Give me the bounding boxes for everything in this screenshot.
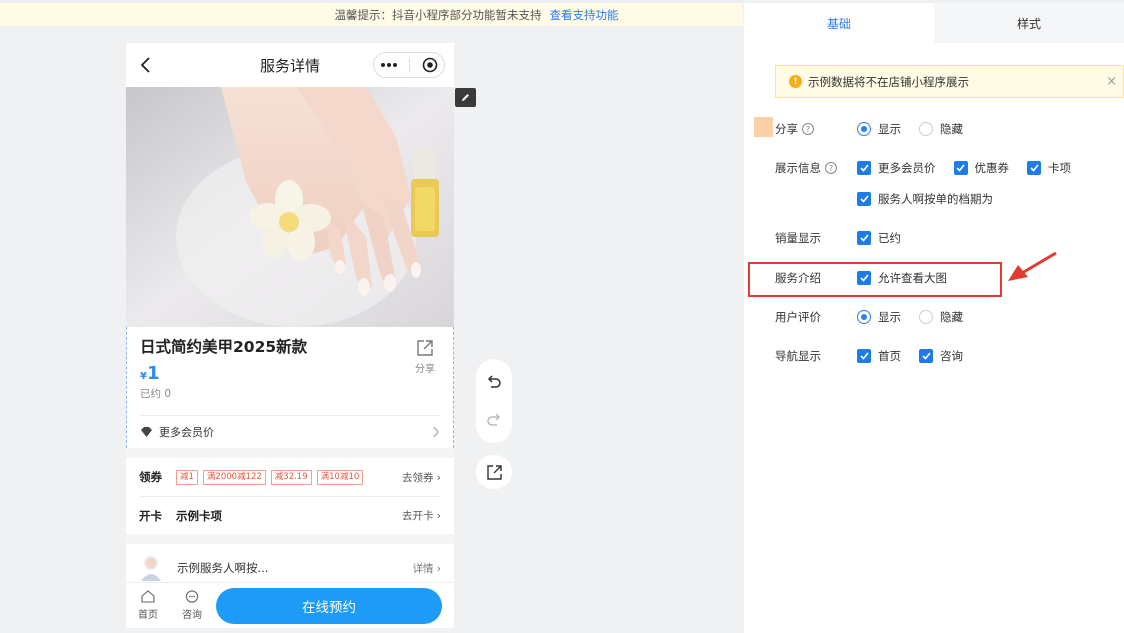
history-toolbar xyxy=(476,359,512,443)
undo-icon[interactable] xyxy=(486,375,502,389)
radio-review-hide[interactable]: 隐藏 xyxy=(919,309,963,325)
chat-icon xyxy=(185,590,199,603)
avatar xyxy=(141,556,161,581)
coupon-chip: 满2000减122 xyxy=(202,469,266,485)
arrow-annotation xyxy=(1008,251,1057,281)
coupon-chip: 减32.19 xyxy=(270,469,312,485)
member-price-label: 更多会员价 xyxy=(159,426,214,439)
back-icon[interactable] xyxy=(136,55,156,75)
chevron-right-icon xyxy=(433,426,439,438)
sold-count: 已约 0 xyxy=(140,388,172,400)
checkbox-card[interactable]: 卡项 xyxy=(1027,160,1071,176)
review-setting: 用户评价 显示 隐藏 xyxy=(775,309,981,325)
phone-preview: 服务详情 日式简约美甲2025新款 ¥1 已约 0 分享 更多会员价 领券 减1… xyxy=(126,43,454,628)
notice-bar: 温馨提示：抖音小程序部分功能暂未支持 查看支持功能 xyxy=(0,0,743,26)
review-label: 用户评价 xyxy=(775,310,821,324)
coupon-label: 领券 xyxy=(139,470,162,484)
checkbox-nav-consult[interactable]: 咨询 xyxy=(919,348,963,364)
coupon-row[interactable]: 领券 减1 满2000减122 减32.19 满10减10 去领券 › xyxy=(139,458,441,496)
consult-tab[interactable]: 咨询 xyxy=(170,590,214,621)
checkbox-nav-home[interactable]: 首页 xyxy=(857,348,901,364)
share-setting-label: 分享 xyxy=(775,122,798,136)
share-label: 分享 xyxy=(415,364,435,375)
diamond-icon xyxy=(141,426,152,437)
coupon-chip: 减1 xyxy=(176,469,198,485)
price-value: 1 xyxy=(146,363,160,384)
home-label: 首页 xyxy=(138,610,158,621)
close-icon[interactable]: × xyxy=(1106,74,1117,89)
display-info-setting-2: 服务人啊按单的档期为 xyxy=(857,191,1011,207)
checkbox-staff-schedule[interactable]: 服务人啊按单的档期为 xyxy=(857,191,993,207)
card-row[interactable]: 开卡 示例卡项 去开卡 › xyxy=(139,496,441,534)
checkbox-member-price[interactable]: 更多会员价 xyxy=(857,160,936,176)
book-online-button[interactable]: 在线预约 xyxy=(216,587,442,624)
export-button[interactable] xyxy=(476,455,512,489)
radio-review-show[interactable]: 显示 xyxy=(857,309,901,325)
sample-data-alert: ! 示例数据将不在店铺小程序展示 × xyxy=(775,65,1124,98)
share-button[interactable]: 分享 xyxy=(411,339,439,375)
card-label: 开卡 xyxy=(139,508,162,523)
nav-label: 导航显示 xyxy=(775,349,821,363)
redo-icon[interactable] xyxy=(486,413,502,427)
share-setting: 分享? 显示 隐藏 xyxy=(775,121,981,137)
home-icon xyxy=(141,590,155,603)
card-name: 示例卡项 xyxy=(176,508,222,523)
info-section: 日式简约美甲2025新款 ¥1 已约 0 分享 更多会员价 xyxy=(126,327,454,448)
open-card-link[interactable]: 去开卡 › xyxy=(402,508,441,523)
export-icon xyxy=(486,464,502,480)
help-icon[interactable]: ? xyxy=(825,162,837,174)
tab-basic[interactable]: 基础 xyxy=(744,3,934,43)
radio-share-hide[interactable]: 隐藏 xyxy=(919,121,963,137)
bottom-bar: 首页 咨询 在线预约 xyxy=(126,582,454,628)
display-info-label: 展示信息 xyxy=(775,161,821,175)
get-coupon-link[interactable]: 去领券 › xyxy=(402,470,441,485)
highlight-box xyxy=(748,262,1002,297)
close-miniapp-icon[interactable] xyxy=(422,57,438,73)
edit-icon[interactable] xyxy=(455,88,476,107)
radio-share-show[interactable]: 显示 xyxy=(857,121,901,137)
mini-capsule[interactable] xyxy=(373,52,445,78)
share-icon xyxy=(417,340,433,356)
sales-setting: 销量显示 已约 xyxy=(775,230,919,246)
notice-text: 温馨提示：抖音小程序部分功能暂未支持 xyxy=(334,7,542,22)
checkbox-coupon[interactable]: 优惠券 xyxy=(953,160,1009,176)
product-image[interactable] xyxy=(126,87,454,327)
checkbox-sold[interactable]: 已约 xyxy=(857,230,901,246)
staff-name: 示例服务人啊按... xyxy=(177,561,269,575)
product-info: 日式简约美甲2025新款 ¥1 已约 0 分享 xyxy=(127,327,453,415)
staff-detail-link[interactable]: 详情 › xyxy=(412,561,441,576)
coupon-chip: 满10减10 xyxy=(316,469,364,485)
settings-tabs: 基础 样式 xyxy=(744,3,1124,43)
member-price-row[interactable]: 更多会员价 xyxy=(140,415,440,448)
consult-label: 咨询 xyxy=(182,610,202,621)
nav-bar: 服务详情 xyxy=(126,43,454,87)
warning-icon: ! xyxy=(789,75,802,88)
alert-text: 示例数据将不在店铺小程序展示 xyxy=(808,74,969,89)
settings-panel: 基础 样式 ! 示例数据将不在店铺小程序展示 × 分享? 显示 隐藏 展示信息?… xyxy=(744,3,1124,633)
display-info-setting: 展示信息? 更多会员价 优惠券 卡项 xyxy=(775,160,1089,176)
currency-symbol: ¥ xyxy=(140,371,147,382)
notice-link[interactable]: 查看支持功能 xyxy=(550,7,619,23)
tab-style[interactable]: 样式 xyxy=(934,3,1124,43)
product-title: 日式简约美甲2025新款 xyxy=(140,338,308,356)
nav-setting: 导航显示 首页 咨询 xyxy=(775,348,981,364)
more-icon[interactable] xyxy=(380,62,398,68)
help-icon[interactable]: ? xyxy=(802,123,814,135)
home-tab[interactable]: 首页 xyxy=(126,590,170,621)
sales-label: 销量显示 xyxy=(775,231,821,245)
color-swatch xyxy=(754,117,773,137)
product-price: ¥1 xyxy=(140,363,440,384)
